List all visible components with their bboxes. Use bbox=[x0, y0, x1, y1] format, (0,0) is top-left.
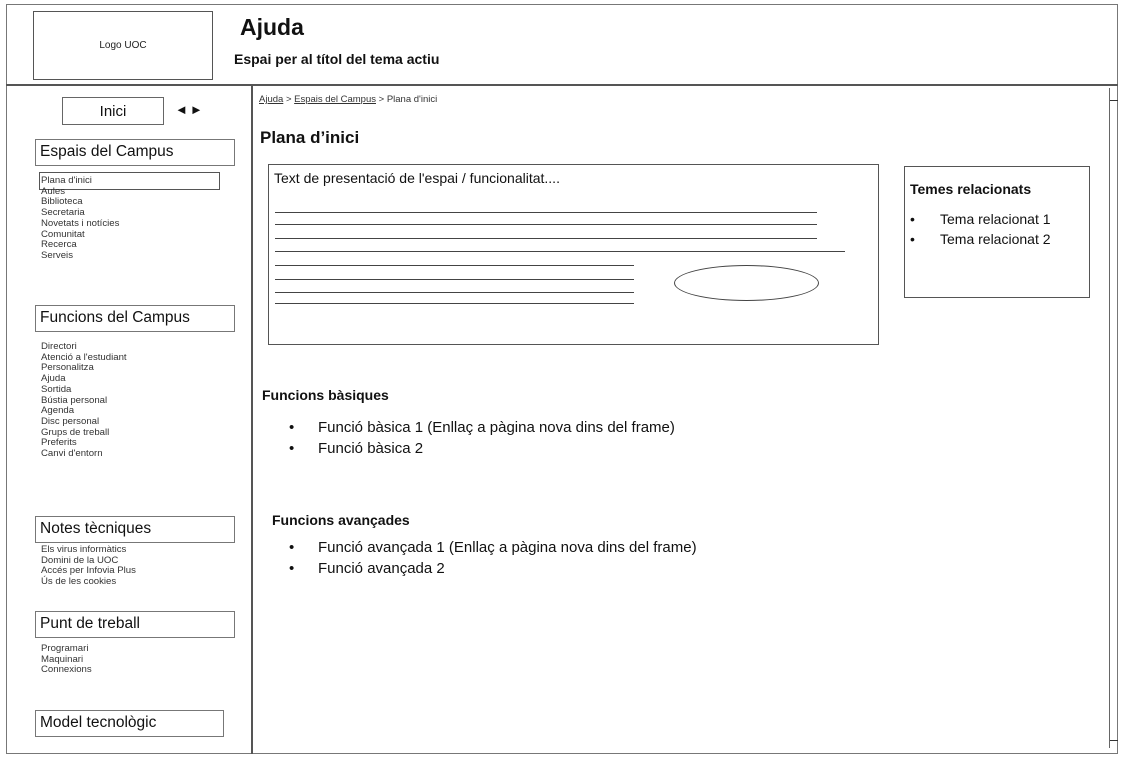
section-list-funcions-campus: Directori Atenció a l'estudiant Personal… bbox=[41, 341, 127, 460]
scrollbar[interactable] bbox=[1109, 88, 1118, 748]
text-placeholder-line bbox=[275, 212, 817, 213]
image-placeholder-oval bbox=[674, 265, 819, 301]
section-header-funcions-campus[interactable]: Funcions del Campus bbox=[35, 305, 235, 332]
sidebar-item[interactable]: Serveis bbox=[41, 250, 119, 262]
sidebar-item[interactable]: Connexions bbox=[41, 665, 92, 676]
related-topic-link[interactable]: Tema relacionat 1 bbox=[940, 211, 1051, 227]
content-title: Plana d’inici bbox=[260, 128, 360, 147]
breadcrumb: Ajuda > Espais del Campus > Plana d'inic… bbox=[259, 94, 437, 105]
text-placeholder-line bbox=[275, 292, 634, 293]
breadcrumb-current: Plana d'inici bbox=[386, 94, 438, 105]
breadcrumb-link-ajuda[interactable]: Ajuda bbox=[259, 94, 283, 105]
text-placeholder-line bbox=[275, 224, 817, 225]
advanced-function-link[interactable]: Funció avançada 1 (Enllaç a pàgina nova … bbox=[318, 539, 697, 556]
sidebar-item[interactable]: Ús de les cookies bbox=[41, 576, 136, 588]
text-placeholder-line bbox=[275, 251, 845, 252]
intro-panel bbox=[268, 164, 879, 345]
logo-placeholder[interactable]: Logo UOC bbox=[33, 11, 213, 80]
advanced-function-item: • Funció avançada 1 (Enllaç a pàgina nova… bbox=[289, 539, 697, 556]
breadcrumb-link-espais-campus[interactable]: Espais del Campus bbox=[294, 94, 376, 105]
section-list-notes-tecniques: Els virus informàtics Domini de la UOC A… bbox=[41, 544, 136, 588]
related-topic-item: • Tema relacionat 2 bbox=[910, 231, 1051, 247]
advanced-functions-heading: Funcions avançades bbox=[272, 512, 410, 528]
section-header-espais-campus[interactable]: Espais del Campus bbox=[35, 139, 235, 166]
advanced-function-item: • Funció avançada 2 bbox=[289, 560, 445, 577]
basic-function-item: • Funció bàsica 1 (Enllaç a pàgina nova d… bbox=[289, 419, 675, 436]
sidebar-item[interactable]: Novetats i notícies bbox=[41, 218, 119, 230]
bullet-icon: • bbox=[910, 211, 915, 227]
text-placeholder-line bbox=[275, 238, 817, 239]
section-header-punt-treball[interactable]: Punt de treball bbox=[35, 611, 235, 638]
sidebar-item[interactable]: Canvi d'entorn bbox=[41, 448, 127, 460]
related-topic-link[interactable]: Tema relacionat 2 bbox=[940, 231, 1051, 247]
section-header-notes-tecniques[interactable]: Notes tècniques bbox=[35, 516, 235, 543]
related-topics-title: Temes relacionats bbox=[910, 181, 1032, 197]
section-list-punt-treball: Programari Maquinari Connexions bbox=[41, 643, 92, 676]
section-list-espais-campus: Plana d'inici Aules Biblioteca Secretari… bbox=[41, 175, 119, 262]
sidebar-item[interactable]: Sortida bbox=[41, 384, 127, 396]
text-placeholder-line bbox=[275, 265, 634, 266]
bullet-icon: • bbox=[910, 231, 915, 247]
bullet-icon: • bbox=[289, 440, 295, 457]
logo-label: Logo UOC bbox=[99, 40, 147, 51]
bullet-icon: • bbox=[289, 539, 295, 556]
basic-functions-heading: Funcions bàsiques bbox=[262, 387, 389, 403]
intro-text: Text de presentació de l'espai / funcion… bbox=[274, 170, 560, 186]
bullet-icon: • bbox=[289, 419, 295, 436]
scroll-up-marker[interactable] bbox=[1110, 100, 1118, 101]
basic-function-link[interactable]: Funció bàsica 2 bbox=[318, 440, 423, 457]
text-placeholder-line bbox=[275, 303, 634, 304]
text-placeholder-line bbox=[275, 279, 634, 280]
bullet-icon: • bbox=[289, 560, 295, 577]
forward-arrow-icon[interactable]: ► bbox=[190, 102, 205, 117]
breadcrumb-separator: > bbox=[376, 94, 387, 105]
breadcrumb-separator: > bbox=[283, 94, 295, 105]
history-nav: ◄► bbox=[175, 102, 205, 117]
sidebar-divider bbox=[251, 85, 253, 754]
scroll-down-marker[interactable] bbox=[1110, 740, 1118, 741]
page-subtitle: Espai per al títol del tema actiu bbox=[234, 51, 440, 67]
related-topic-item: • Tema relacionat 1 bbox=[910, 211, 1051, 227]
home-button[interactable]: Inici bbox=[62, 97, 164, 125]
header-divider bbox=[6, 84, 1118, 86]
section-header-model-tecnologic[interactable]: Model tecnològic bbox=[35, 710, 224, 737]
basic-function-item: • Funció bàsica 2 bbox=[289, 440, 423, 457]
advanced-function-link[interactable]: Funció avançada 2 bbox=[318, 560, 445, 577]
back-arrow-icon[interactable]: ◄ bbox=[175, 102, 190, 117]
page-frame bbox=[6, 4, 1118, 754]
basic-function-link[interactable]: Funció bàsica 1 (Enllaç a pàgina nova di… bbox=[318, 419, 675, 436]
page-title: Ajuda bbox=[240, 14, 304, 40]
